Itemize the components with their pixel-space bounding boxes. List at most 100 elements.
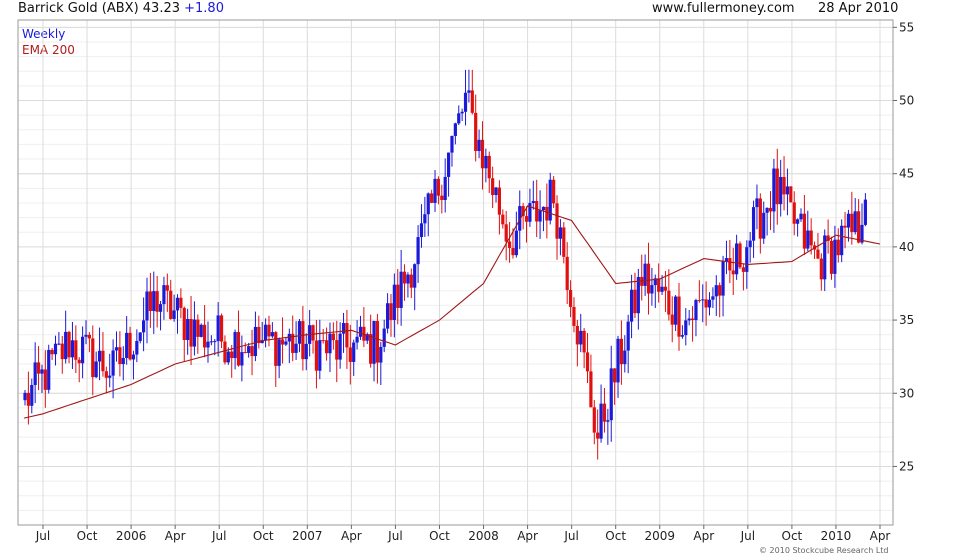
candle-body xyxy=(531,200,535,204)
candle-body xyxy=(182,307,186,340)
candle-body xyxy=(779,176,783,205)
candle-body xyxy=(375,320,380,363)
candle-body xyxy=(524,216,529,222)
candle-body xyxy=(311,325,315,341)
candle-body xyxy=(816,249,820,259)
candle-body xyxy=(430,193,434,203)
x-tick-label: Oct xyxy=(253,529,274,543)
candle-body xyxy=(775,168,779,205)
candle-body xyxy=(30,384,34,406)
candle-body xyxy=(125,332,129,358)
candle-body xyxy=(694,300,698,321)
candle-body xyxy=(331,333,335,341)
y-tick-label: 40 xyxy=(899,240,914,254)
candle-body xyxy=(74,340,78,360)
candle-body xyxy=(36,362,41,374)
candle-body xyxy=(684,320,688,336)
candle-body xyxy=(565,256,569,291)
candle-body xyxy=(158,304,163,312)
candle-body xyxy=(91,338,95,378)
candle-body xyxy=(843,225,847,228)
candle-body xyxy=(328,333,332,354)
candle-body xyxy=(863,199,867,225)
candle-body xyxy=(552,179,556,204)
candle-body xyxy=(199,324,203,337)
candle-body xyxy=(782,176,786,195)
candle-body xyxy=(152,291,156,311)
candle-body xyxy=(77,359,81,364)
candle-body xyxy=(165,285,169,291)
candle-body xyxy=(23,392,27,401)
candle-body xyxy=(128,332,132,360)
candle-body xyxy=(440,195,444,200)
candle-body xyxy=(352,342,356,362)
candle-body xyxy=(304,343,308,360)
candle-body xyxy=(135,340,139,355)
candle-body xyxy=(274,332,278,366)
candle-body xyxy=(284,341,288,345)
candle-body xyxy=(348,347,352,362)
candle-body xyxy=(762,212,766,239)
candle-body xyxy=(419,223,424,238)
candle-body xyxy=(697,300,701,302)
candle-body xyxy=(613,368,617,383)
candle-body xyxy=(230,351,234,359)
candle-body xyxy=(250,346,254,357)
candle-body xyxy=(477,139,481,151)
candles xyxy=(23,69,867,460)
candle-body xyxy=(626,321,630,351)
candle-body xyxy=(385,303,390,329)
candle-body xyxy=(379,346,383,363)
candle-body xyxy=(389,303,393,320)
candle-body xyxy=(121,357,125,365)
candle-body xyxy=(501,214,505,225)
x-tick-label: Apr xyxy=(693,529,714,543)
candle-body xyxy=(538,210,542,222)
candle-body xyxy=(748,240,752,248)
candle-body xyxy=(457,113,461,124)
candle-body xyxy=(443,176,447,200)
candle-body xyxy=(714,285,718,297)
candle-body xyxy=(294,343,298,353)
candle-body xyxy=(701,299,705,301)
candle-body xyxy=(277,339,281,366)
candle-body xyxy=(87,334,91,339)
candle-body xyxy=(484,155,488,169)
candle-body xyxy=(562,227,566,257)
candle-body xyxy=(338,333,342,360)
candle-body xyxy=(263,324,268,341)
candle-body xyxy=(680,335,685,337)
candle-body xyxy=(433,178,437,203)
candle-body xyxy=(758,198,762,239)
candle-body xyxy=(47,349,51,390)
candle-body xyxy=(280,339,285,345)
candle-body xyxy=(460,111,464,114)
x-tick-label: Jul xyxy=(740,529,755,543)
candle-body xyxy=(341,323,346,334)
x-tick-label: Oct xyxy=(429,529,450,543)
candle-body xyxy=(97,350,102,362)
y-tick-label: 45 xyxy=(899,167,914,181)
candle-body xyxy=(497,187,502,215)
candle-body xyxy=(257,326,261,344)
candle-body xyxy=(575,325,579,345)
candle-body xyxy=(345,323,349,348)
candle-body xyxy=(40,369,44,374)
candle-body xyxy=(148,291,152,311)
candle-body xyxy=(409,274,413,288)
candle-body xyxy=(358,326,363,337)
candle-body xyxy=(84,334,88,337)
candle-body xyxy=(43,369,47,390)
candle-body xyxy=(507,241,512,248)
candle-body xyxy=(297,321,302,344)
candle-body xyxy=(213,341,217,343)
candle-body xyxy=(169,290,173,319)
candle-body xyxy=(70,340,75,358)
candle-body xyxy=(853,211,857,233)
candle-body xyxy=(592,407,596,433)
candle-body xyxy=(799,213,803,220)
candle-body xyxy=(131,354,136,360)
candle-body xyxy=(609,368,613,421)
candle-body xyxy=(514,230,518,256)
candle-body xyxy=(247,346,251,353)
